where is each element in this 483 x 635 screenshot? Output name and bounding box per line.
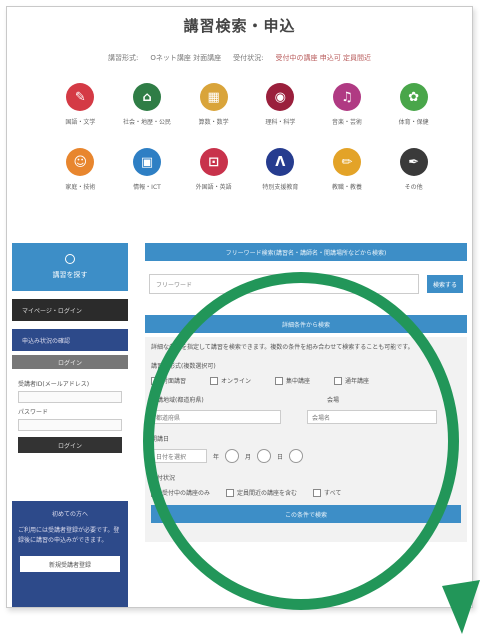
category-item[interactable]: ♫ 音楽・芸術	[314, 83, 381, 126]
category-item[interactable]: Λ 特別支援教育	[247, 148, 314, 191]
category-item[interactable]: ✿ 体育・保健	[380, 83, 447, 126]
keyword-search-row: フリーワード 検索する	[145, 273, 467, 295]
date-circle[interactable]	[257, 449, 272, 463]
area-label: 開講地域(都道府県)	[151, 397, 204, 404]
category-8-icon: ▣	[132, 148, 161, 176]
category-item[interactable]: ◉ 理科・科学	[247, 83, 314, 126]
login-form: 受講者ID(メールアドレス) パスワード ログイン	[12, 369, 128, 459]
category-label: 情報・ICT	[133, 184, 161, 191]
area-inputs: 都道府県 会場名	[151, 410, 461, 424]
login-id-input[interactable]	[18, 391, 122, 403]
first-time-box: 初めての方へ ご利用には受講者登録が必要です。登録後に講習の申込みができます。 …	[12, 501, 128, 607]
login-password-input[interactable]	[18, 419, 122, 431]
sidebar-item-status[interactable]: 申込み状況の確認	[12, 329, 128, 351]
login-password-label: パスワード	[18, 409, 49, 416]
date-circle[interactable]	[289, 449, 304, 463]
category-label: 家庭・技術	[65, 184, 96, 191]
date-selector: 日付を選択 年 月 日	[151, 449, 461, 463]
page-title: 講習検索・申込	[183, 17, 296, 35]
subnav-format-options[interactable]: Oネット講座 対面講座	[150, 53, 221, 63]
detail-search-bar: 詳細条件から検索	[145, 315, 467, 333]
category-2-icon: ⌂	[132, 83, 161, 111]
detail-search-form: 詳細な条件を指定して講習を検索できます。複数の条件を組み合わせて検索することも可…	[145, 337, 467, 542]
subnav-label-status: 受付状況:	[233, 54, 264, 62]
keyword-search-bar: フリーワード検索(講習名・講師名・開講場所などから検索)	[145, 243, 467, 261]
subnav-label-format: 講習形式:	[108, 54, 139, 62]
date-unit: 月	[245, 453, 252, 461]
category-label: 算数・数学	[198, 119, 229, 126]
keyword-search-button[interactable]: 検索する	[427, 275, 463, 293]
category-9-icon: ⊡	[199, 148, 228, 176]
date-unit: 日	[277, 453, 284, 461]
format-checkbox[interactable]: 通年講座	[334, 376, 369, 385]
date-unit: 年	[213, 453, 220, 461]
category-item[interactable]: ⌂ 社会・地歴・公民	[114, 83, 181, 126]
category-label: 体育・保健	[398, 119, 429, 126]
category-label: 特別支援教育	[262, 184, 299, 191]
venue-label: 会場	[327, 397, 340, 404]
category-label: その他	[404, 184, 423, 191]
status-options: 受付中の講座のみ 定員間近の講座を含む すべて	[151, 488, 461, 497]
format-label: 講習の形式(複数選択可)	[151, 363, 216, 370]
first-time-heading: 初めての方へ	[51, 511, 88, 518]
category-1-icon: ✎	[66, 83, 95, 111]
search-icon	[65, 254, 75, 264]
sidebar: 講習を探す マイページ・ログイン 申込み状況の確認 ログイン 受講者ID(メール…	[12, 243, 128, 607]
venue-input[interactable]: 会場名	[307, 410, 437, 424]
category-item[interactable]: ☺ 家庭・技術	[47, 148, 114, 191]
status-option[interactable]: 受付中の講座のみ	[151, 488, 210, 497]
sidebar-search-label: 講習を探す	[52, 271, 88, 279]
category-6-icon: ✿	[399, 83, 428, 111]
sidebar-item-mypage[interactable]: マイページ・ログイン	[12, 299, 128, 321]
date-input[interactable]: 日付を選択	[151, 449, 207, 463]
sidebar-login-header: ログイン	[12, 355, 128, 369]
category-4-icon: ◉	[266, 83, 295, 111]
detail-search-button[interactable]: この条件で検索	[151, 505, 461, 523]
category-11-icon: ✏	[332, 148, 361, 176]
status-option[interactable]: すべて	[313, 488, 341, 497]
category-label: 国語・文学	[65, 119, 96, 126]
category-label: 音楽・芸術	[331, 119, 362, 126]
sidebar-item-label: 申込み状況の確認	[22, 337, 71, 345]
category-item[interactable]: ✏ 教職・教養	[314, 148, 381, 191]
register-button[interactable]: 新規受講者登録	[20, 556, 120, 572]
area-labels: 開講地域(都道府県) 会場	[151, 395, 461, 404]
format-checkbox[interactable]: 集中講座	[275, 376, 310, 385]
keyword-search-input[interactable]: フリーワード	[149, 274, 419, 294]
category-item[interactable]: ⊡ 外国語・英語	[180, 148, 247, 191]
category-12-icon: ✒	[399, 148, 428, 176]
category-10-icon: Λ	[266, 148, 295, 176]
category-3-icon: ▦	[199, 83, 228, 111]
first-time-text: ご利用には受講者登録が必要です。登録後に講習の申込みができます。	[18, 527, 120, 544]
category-item[interactable]: ✒ その他	[380, 148, 447, 191]
area-input[interactable]: 都道府県	[151, 410, 281, 424]
category-icon-grid: ✎ 国語・文学 ⌂ 社会・地歴・公民 ▦ 算数・数学 ◉ 理科・科学 ♫ 音楽・芸術 ✿ 体…	[47, 83, 447, 191]
category-item[interactable]: ▦ 算数・数学	[180, 83, 247, 126]
main-content: フリーワード検索(講習名・講師名・開講場所などから検索) フリーワード 検索する…	[145, 243, 467, 542]
format-checkbox[interactable]: 対面講習	[151, 376, 186, 385]
category-label: 社会・地歴・公民	[122, 119, 171, 126]
status-option[interactable]: 定員間近の講座を含む	[226, 488, 297, 497]
format-checkbox[interactable]: オンライン	[210, 376, 251, 385]
date-circle[interactable]	[225, 449, 240, 463]
detail-description: 詳細な条件を指定して講習を検索できます。複数の条件を組み合わせて検索することも可…	[151, 344, 414, 351]
page-frame: 講習検索・申込 講習形式: Oネット講座 対面講座 受付状況: 受付中の講座 申…	[6, 6, 473, 608]
category-label: 理科・科学	[265, 119, 296, 126]
sidebar-item-label: マイページ・ログイン	[22, 307, 82, 315]
category-label: 教職・教養	[331, 184, 362, 191]
category-5-icon: ♫	[332, 83, 361, 111]
login-id-label: 受講者ID(メールアドレス)	[18, 381, 90, 388]
status-label: 受付状況	[151, 475, 176, 482]
sidebar-search-tile[interactable]: 講習を探す	[12, 243, 128, 291]
category-label: 外国語・英語	[195, 184, 232, 191]
category-item[interactable]: ✎ 国語・文学	[47, 83, 114, 126]
category-item[interactable]: ▣ 情報・ICT	[114, 148, 181, 191]
date-label: 開講日	[151, 436, 170, 443]
subnav: 講習形式: Oネット講座 対面講座 受付状況: 受付中の講座 申込可 定員間近	[7, 53, 472, 63]
subnav-status-options[interactable]: 受付中の講座 申込可 定員間近	[276, 53, 371, 63]
category-7-icon: ☺	[66, 148, 95, 176]
login-button[interactable]: ログイン	[18, 437, 122, 453]
format-checkboxes: 対面講習 オンライン 集中講座 通年講座	[151, 376, 461, 385]
